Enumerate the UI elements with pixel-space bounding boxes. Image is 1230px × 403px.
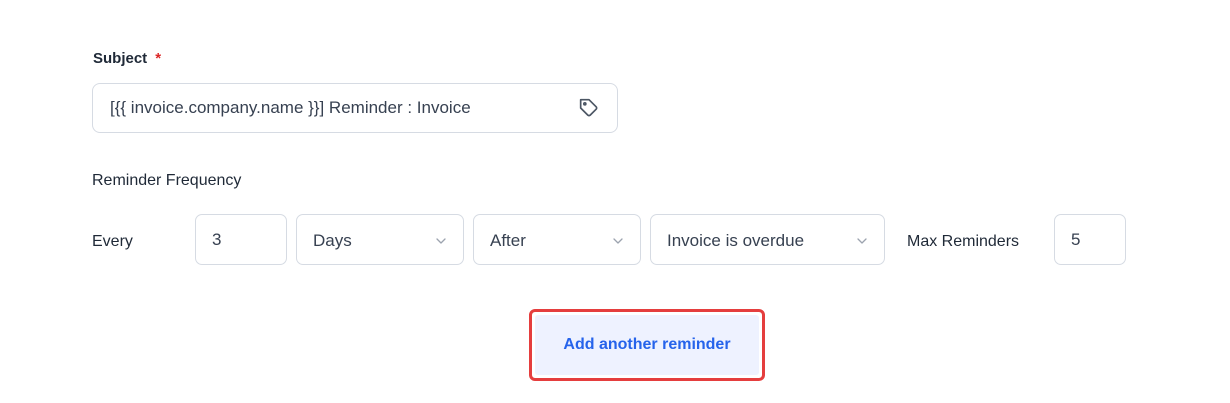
timing-select-value: After <box>490 231 526 250</box>
max-reminders-value[interactable]: 5 <box>1071 230 1080 250</box>
unit-select-value: Days <box>313 231 352 250</box>
subject-input[interactable]: [{{ invoice.company.name }}] Reminder : … <box>92 83 618 133</box>
max-reminders-label: Max Reminders <box>907 233 1020 250</box>
subject-label: Subject * <box>93 50 161 67</box>
interval-input[interactable]: 3 <box>195 214 287 265</box>
every-label: Every <box>92 233 133 250</box>
reminder-frequency-label: Reminder Frequency <box>92 172 242 189</box>
unit-select[interactable]: Days <box>296 214 464 265</box>
chevron-down-icon <box>857 238 867 244</box>
add-reminder-button-label[interactable]: Add another reminder <box>535 315 759 375</box>
timing-select[interactable]: After <box>473 214 641 265</box>
max-reminders-input[interactable]: 5 <box>1054 214 1126 265</box>
subject-label-text: Subject <box>93 50 148 67</box>
add-reminder-button[interactable]: Add another reminder <box>529 309 765 381</box>
event-select[interactable]: Invoice is overdue <box>650 214 885 265</box>
required-marker: * <box>155 50 162 67</box>
chevron-down-icon <box>436 238 446 244</box>
subject-input-value[interactable]: [{{ invoice.company.name }}] Reminder : … <box>110 98 540 118</box>
event-select-value: Invoice is overdue <box>667 231 805 250</box>
tag-icon[interactable] <box>579 98 599 118</box>
chevron-down-icon <box>613 238 623 244</box>
interval-value[interactable]: 3 <box>212 230 221 250</box>
